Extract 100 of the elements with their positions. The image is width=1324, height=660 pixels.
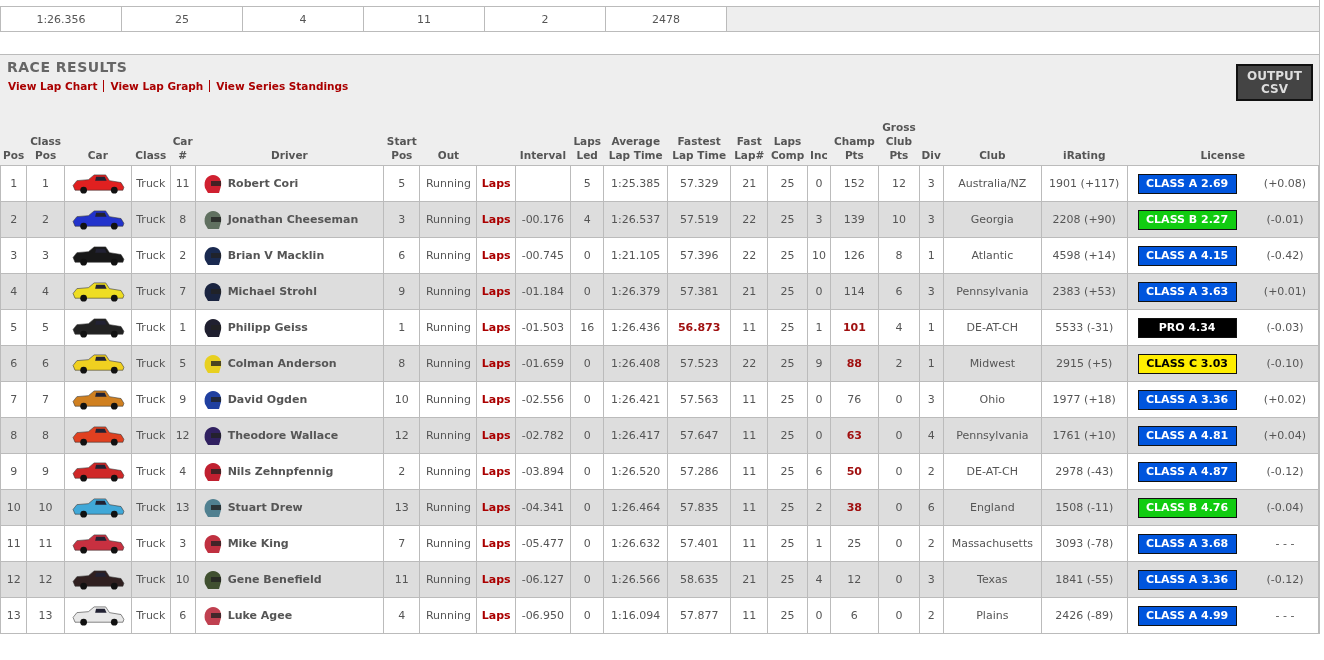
- column-header: Car: [64, 107, 132, 166]
- license-change: (+0.08): [1262, 177, 1308, 190]
- table-cell: 12: [878, 165, 920, 202]
- license-change: (-0.12): [1265, 465, 1305, 478]
- table-cell: 2: [0, 201, 27, 238]
- table-cell: -04.341: [515, 489, 571, 526]
- table-cell: 3: [919, 165, 944, 202]
- driver-name: Colman Anderson: [227, 357, 337, 370]
- table-cell: 50: [830, 453, 879, 490]
- table-cell: 5: [383, 165, 420, 202]
- table-cell: 57.396: [667, 237, 731, 274]
- table-cell: 1:26.566: [603, 561, 668, 598]
- column-header: Start Pos: [383, 107, 420, 166]
- table-cell: 25: [767, 525, 808, 562]
- table-cell: 25: [767, 201, 808, 238]
- table-cell: 6: [878, 273, 920, 310]
- license-badge: CLASS A 2.69: [1137, 173, 1237, 194]
- license-change: (-0.12): [1265, 573, 1305, 586]
- link[interactable]: View Series Standings: [209, 80, 355, 92]
- table-cell: 1:26.436: [603, 309, 668, 346]
- table-cell: Ohio: [943, 381, 1042, 418]
- column-header: Gross Club Pts: [878, 107, 920, 166]
- table-cell: 1:26.464: [603, 489, 668, 526]
- table-cell: Running: [419, 381, 477, 418]
- license-change: (-0.01): [1265, 213, 1305, 226]
- table-cell: -06.950: [515, 597, 571, 634]
- table-cell: 7: [0, 381, 27, 418]
- table-cell: 5533 (-31): [1041, 309, 1128, 346]
- table-cell: 4: [242, 6, 364, 32]
- table-cell: DE-AT-CH: [943, 453, 1042, 490]
- column-header: Fast Lap#: [730, 107, 768, 166]
- output-csv-button[interactable]: OUTPUT CSV: [1236, 64, 1313, 101]
- table-cell: 3: [0, 237, 27, 274]
- table-cell: 1841 (-55): [1041, 561, 1128, 598]
- table-cell: 0: [878, 561, 920, 598]
- table-cell: Running: [419, 525, 477, 562]
- column-header: Fastest Lap Time: [667, 107, 731, 166]
- column-header: Champ Pts: [830, 107, 879, 166]
- column-header: Inc: [807, 107, 831, 166]
- table-cell: Running: [419, 417, 477, 454]
- table-cell: 4: [878, 309, 920, 346]
- link[interactable]: View Lap Graph: [103, 80, 210, 92]
- table-cell: 4598 (+14): [1041, 237, 1128, 274]
- driver-name: Theodore Wallace: [227, 429, 339, 442]
- table-cell: 1:16.094: [603, 597, 668, 634]
- table-cell: 57.647: [667, 417, 731, 454]
- table-cell: 13: [0, 597, 27, 634]
- link[interactable]: View Lap Chart: [7, 80, 104, 92]
- table-cell: 152: [830, 165, 879, 202]
- table-cell: -01.659: [515, 345, 571, 382]
- table-cell: Running: [419, 489, 477, 526]
- table-cell: 57.835: [667, 489, 731, 526]
- table-cell: 11: [363, 6, 485, 32]
- driver-name: Nils Zehnpfennig: [227, 465, 334, 478]
- license-badge: PRO 4.34: [1137, 317, 1237, 338]
- table-cell: -03.894: [515, 453, 571, 490]
- table-cell: 57.329: [667, 165, 731, 202]
- table-cell: 2208 (+90): [1041, 201, 1128, 238]
- table-cell: 21: [730, 165, 768, 202]
- driver-name: Gene Benefield: [227, 573, 322, 586]
- license-badge: CLASS B 4.76: [1137, 497, 1237, 518]
- section-title: RACE RESULTS: [7, 59, 129, 75]
- license-change: (-0.42): [1265, 249, 1305, 262]
- table-cell: 2915 (+5): [1041, 345, 1128, 382]
- table-cell: -02.556: [515, 381, 571, 418]
- license-badge: CLASS A 4.87: [1137, 461, 1237, 482]
- table-cell: 1:26.379: [603, 273, 668, 310]
- table-cell: 12: [830, 561, 879, 598]
- table-cell: Running: [419, 453, 477, 490]
- table-cell: Midwest: [943, 345, 1042, 382]
- license-badge: CLASS A 3.68: [1137, 533, 1237, 554]
- table-cell: 1:26.537: [603, 201, 668, 238]
- column-header: Car #: [170, 107, 196, 166]
- table-cell: 76: [830, 381, 879, 418]
- table-cell: 2426 (-89): [1041, 597, 1128, 634]
- license-badge: CLASS A 4.99: [1137, 605, 1237, 626]
- driver-name: Robert Cori: [227, 177, 299, 190]
- license-change: (-0.10): [1265, 357, 1305, 370]
- column-header: Driver: [195, 107, 384, 166]
- table-cell: 114: [830, 273, 879, 310]
- table-cell: 1:26.421: [603, 381, 668, 418]
- table-cell: Running: [419, 561, 477, 598]
- table-cell: 58.635: [667, 561, 731, 598]
- table-cell: 57.381: [667, 273, 731, 310]
- table-cell: 1: [26, 165, 65, 202]
- table-cell: Running: [419, 309, 477, 346]
- table-cell: 38: [830, 489, 879, 526]
- table-cell: 57.519: [667, 201, 731, 238]
- driver-name: David Ogden: [227, 393, 308, 406]
- table-cell: 25: [767, 453, 808, 490]
- table-cell: -01.184: [515, 273, 571, 310]
- column-header: Out: [419, 107, 477, 166]
- column-header: iRating: [1041, 107, 1128, 166]
- column-header: Class: [131, 107, 171, 166]
- table-cell: 2478: [605, 6, 727, 32]
- table-cell: 56.873: [667, 309, 731, 346]
- table-cell: -06.127: [515, 561, 571, 598]
- table-cell: 2: [484, 6, 606, 32]
- table-cell: 25: [121, 6, 243, 32]
- license-badge: CLASS A 3.36: [1137, 569, 1237, 590]
